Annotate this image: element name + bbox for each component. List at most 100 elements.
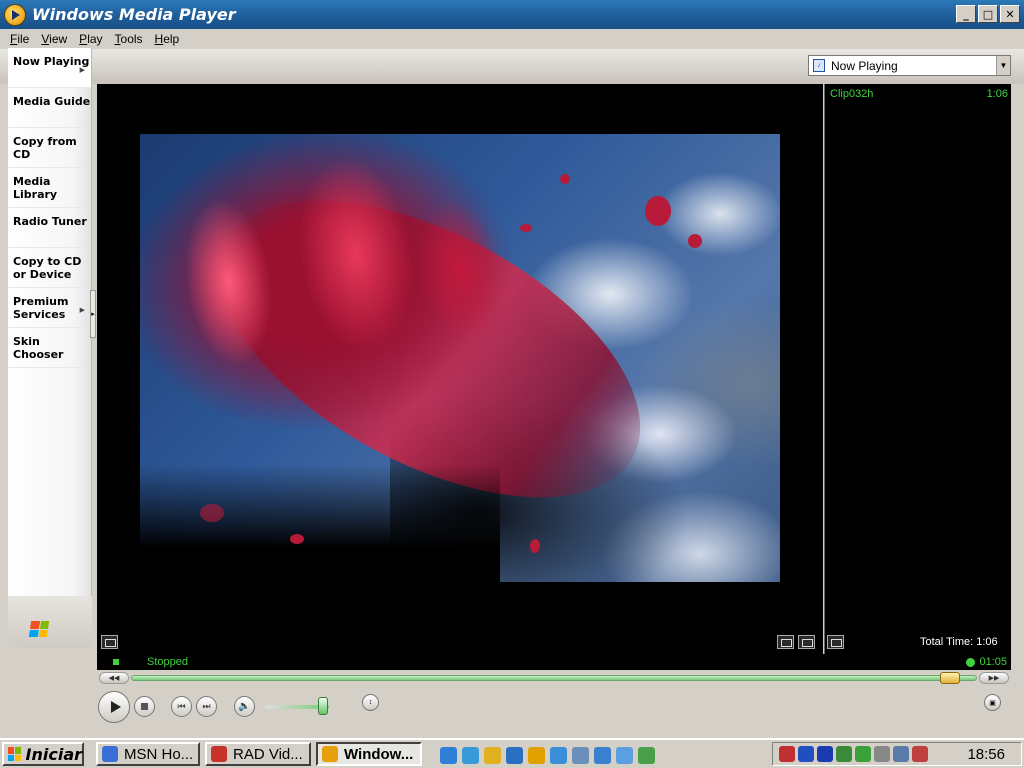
nav-splitter[interactable]: ▸ bbox=[90, 290, 96, 338]
clock[interactable]: 18:56 bbox=[967, 746, 1005, 763]
equalizer-icon: ↕ bbox=[368, 699, 373, 706]
nav-skin-chooser[interactable]: Skin Chooser bbox=[8, 328, 91, 368]
nav-media-library[interactable]: Media Library bbox=[8, 168, 91, 208]
window-title: Windows Media Player bbox=[32, 5, 236, 24]
tray-icon[interactable] bbox=[874, 746, 890, 762]
seek-thumb[interactable] bbox=[940, 672, 961, 684]
play-icon bbox=[110, 701, 121, 713]
minimize-button[interactable]: _ bbox=[956, 5, 976, 23]
elapsed-time[interactable]: 01:05 bbox=[966, 656, 1007, 668]
now-playing-selector-value: Now Playing bbox=[831, 58, 898, 73]
chevron-down-icon[interactable]: ▼ bbox=[996, 56, 1010, 75]
stop-button[interactable] bbox=[134, 696, 155, 717]
quick-launch-icon[interactable] bbox=[594, 746, 611, 764]
close-button[interactable]: ✕ bbox=[1000, 5, 1020, 23]
video-settings-button[interactable] bbox=[101, 635, 118, 649]
status-bar: Stopped 01:05 bbox=[97, 654, 1011, 670]
play-button[interactable] bbox=[98, 691, 130, 723]
tray-icon[interactable] bbox=[912, 746, 928, 762]
nav-premium-services[interactable]: Premium Services ▶ bbox=[8, 288, 91, 328]
task-label: Window... bbox=[344, 745, 414, 763]
video-debris bbox=[530, 539, 540, 553]
quick-launch-icon[interactable] bbox=[484, 746, 501, 764]
nav-radio-tuner[interactable]: Radio Tuner bbox=[8, 208, 91, 248]
start-button[interactable]: Iniciar bbox=[2, 742, 84, 766]
volume-thumb[interactable] bbox=[317, 697, 328, 715]
playlist-pane: Clip032h 1:06 bbox=[824, 84, 1011, 654]
quick-launch-icon[interactable] bbox=[572, 746, 589, 764]
rad-video-icon bbox=[211, 746, 227, 762]
quick-launch-icon[interactable] bbox=[528, 746, 545, 764]
seek-bar[interactable] bbox=[131, 675, 977, 681]
nav-label: Premium Services bbox=[13, 295, 69, 321]
next-button[interactable]: ⏭ bbox=[196, 696, 217, 717]
tray-icon[interactable] bbox=[779, 746, 795, 762]
task-windows-media-player[interactable]: Window... bbox=[316, 742, 422, 766]
speaker-icon: 🔈 bbox=[238, 701, 251, 712]
quick-launch-icon[interactable] bbox=[550, 746, 567, 764]
fullscreen-button[interactable] bbox=[777, 635, 794, 649]
previous-button[interactable]: ⏮ bbox=[171, 696, 192, 717]
windows-logo-icon bbox=[8, 747, 21, 761]
rewind-button[interactable]: ◀◀ bbox=[99, 672, 129, 684]
tray-icon[interactable] bbox=[855, 746, 871, 762]
start-label: Iniciar bbox=[25, 744, 82, 764]
nav-now-playing[interactable]: Now Playing ▶ bbox=[8, 48, 91, 88]
tray-icon[interactable] bbox=[893, 746, 909, 762]
media-player-icon[interactable] bbox=[4, 3, 26, 26]
mute-button[interactable]: 🔈 bbox=[234, 696, 255, 717]
transport-controls: ⏮ ⏭ 🔈 ↕ ▣ bbox=[0, 686, 1024, 734]
quick-launch-icon[interactable] bbox=[638, 746, 655, 764]
taskbar-footer bbox=[8, 596, 92, 648]
chevron-right-icon: ▶ bbox=[79, 306, 85, 314]
quick-launch-icon[interactable] bbox=[506, 746, 523, 764]
status-led-icon bbox=[113, 659, 119, 665]
video-debris bbox=[290, 534, 304, 544]
menu-help[interactable]: Help bbox=[149, 32, 186, 46]
previous-icon: ⏮ bbox=[177, 701, 186, 712]
playlist-icon: ♪ bbox=[813, 59, 825, 72]
now-playing-selector[interactable]: ♪ Now Playing ▼ bbox=[808, 55, 1011, 76]
zoom-button[interactable] bbox=[798, 635, 815, 649]
video-debris bbox=[200, 504, 224, 522]
msn-icon bbox=[102, 746, 118, 762]
playlist-item-duration: 1:06 bbox=[986, 88, 1008, 100]
maximize-button[interactable]: □ bbox=[978, 5, 998, 23]
nav-copy-from-cd[interactable]: Copy from CD bbox=[8, 128, 91, 168]
nav-label: Radio Tuner bbox=[13, 215, 87, 228]
menu-tools[interactable]: Tools bbox=[109, 32, 149, 46]
menu-bar: File View Play Tools Help bbox=[0, 29, 1024, 49]
skin-mode-icon: ▣ bbox=[989, 699, 996, 707]
menu-play[interactable]: Play bbox=[73, 32, 108, 46]
title-bar[interactable]: Windows Media Player _ □ ✕ bbox=[0, 0, 1024, 29]
video-dark-region bbox=[140, 464, 500, 582]
video-debris bbox=[688, 234, 702, 248]
tray-icon[interactable] bbox=[836, 746, 852, 762]
playlist-item[interactable]: Clip032h 1:06 bbox=[830, 88, 1008, 100]
seek-bar-row: ◀◀ ▶▶ bbox=[97, 671, 1011, 685]
video-frame[interactable] bbox=[140, 134, 780, 582]
playlist-item-title: Clip032h bbox=[830, 88, 874, 100]
video-debris bbox=[560, 174, 570, 184]
total-time: Total Time: 1:06 bbox=[920, 636, 998, 648]
nav-copy-to-cd[interactable]: Copy to CD or Device bbox=[8, 248, 91, 288]
windows-taskbar: Iniciar MSN Ho... RAD Vid... Window... 1… bbox=[0, 738, 1024, 768]
tray-icon[interactable] bbox=[817, 746, 833, 762]
stop-icon bbox=[141, 703, 148, 710]
menu-view[interactable]: View bbox=[35, 32, 73, 46]
task-msn[interactable]: MSN Ho... bbox=[96, 742, 200, 766]
quick-launch-icon[interactable] bbox=[616, 746, 633, 764]
nav-media-guide[interactable]: Media Guide bbox=[8, 88, 91, 128]
nav-label: Media Library bbox=[13, 175, 58, 201]
quick-launch-icon[interactable] bbox=[440, 746, 457, 764]
fast-forward-button[interactable]: ▶▶ bbox=[979, 672, 1009, 684]
clock-icon bbox=[966, 657, 976, 667]
tray-icon[interactable] bbox=[798, 746, 814, 762]
equalizer-button[interactable]: ↕ bbox=[362, 694, 379, 711]
quick-launch-icon[interactable] bbox=[462, 746, 479, 764]
task-rad-video[interactable]: RAD Vid... bbox=[205, 742, 311, 766]
menu-file[interactable]: File bbox=[4, 32, 35, 46]
skin-mode-button[interactable]: ▣ bbox=[984, 694, 1001, 711]
playlist-options-button[interactable] bbox=[827, 635, 844, 649]
elapsed-time-value: 01:05 bbox=[979, 656, 1007, 668]
